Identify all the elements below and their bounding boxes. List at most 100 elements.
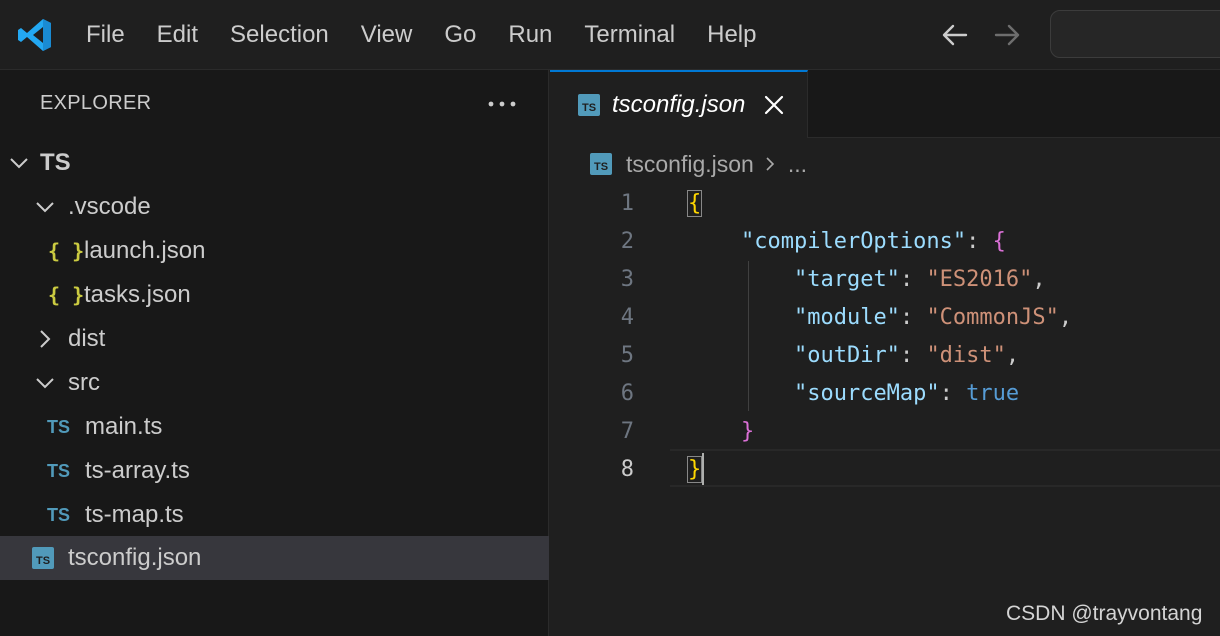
explorer-title: EXPLORER — [40, 92, 152, 114]
menu-help[interactable]: Help — [691, 13, 772, 57]
menu-selection[interactable]: Selection — [214, 13, 345, 57]
json-colon: : — [899, 343, 927, 368]
tab-tsconfig-json[interactable]: TS tsconfig.json — [550, 70, 808, 138]
typescript-file-icon: TS — [47, 460, 71, 481]
code-line: 3 "target": "ES2016", — [550, 261, 1220, 299]
json-string: "ES2016" — [926, 267, 1033, 292]
code-line: 2 "compilerOptions": { — [550, 223, 1220, 261]
code-text: { — [686, 185, 703, 223]
tree-item-label: launch.json — [84, 237, 206, 264]
breadcrumb-file[interactable]: tsconfig.json — [626, 151, 754, 178]
json-key: "sourceMap" — [793, 381, 940, 406]
code-text: "outDir": "dist", — [688, 337, 1019, 375]
tsconfig-file-icon: TS — [578, 94, 600, 116]
line-number: 7 — [620, 419, 634, 444]
tree-item-main-ts[interactable]: TS main.ts — [0, 405, 549, 449]
code-line: 5 "outDir": "dist", — [550, 337, 1220, 375]
menu-file[interactable]: File — [70, 13, 141, 57]
code-editor[interactable]: 1 { 2 "compilerOptions": { 3 "target": "… — [550, 185, 1220, 636]
chevron-down-icon — [36, 202, 54, 213]
json-colon: : — [899, 267, 927, 292]
menu-bar: File Edit Selection View Go Run Terminal… — [70, 0, 772, 70]
json-key: "module" — [793, 305, 900, 330]
tree-item-tsconfig-json[interactable]: TS tsconfig.json — [0, 536, 549, 580]
tree-item-ts-map[interactable]: TS ts-map.ts — [0, 493, 549, 537]
tree-item-label: .vscode — [68, 193, 151, 220]
json-file-icon: { } — [48, 239, 85, 263]
tree-item-vscode-folder[interactable]: .vscode — [0, 185, 549, 229]
json-key: "compilerOptions" — [740, 229, 967, 254]
json-string: "dist" — [926, 343, 1006, 368]
tree-item-label: main.ts — [85, 413, 163, 440]
tsconfig-file-icon: TS — [590, 153, 612, 175]
chevron-down-icon — [10, 158, 28, 169]
explorer-sidebar: EXPLORER TS .vscode { } launch.json { } … — [0, 70, 549, 636]
line-number: 6 — [620, 381, 634, 406]
code-text: } — [688, 413, 754, 451]
code-text: "compilerOptions": { — [688, 223, 1006, 261]
code-line: 1 { — [550, 185, 1220, 223]
menu-terminal[interactable]: Terminal — [568, 13, 691, 57]
tree-item-src-folder[interactable]: src — [0, 361, 549, 405]
json-colon: : — [966, 229, 993, 254]
tree-item-tasks-json[interactable]: { } tasks.json — [0, 273, 549, 317]
json-comma: , — [1005, 343, 1020, 368]
code-line: 4 "module": "CommonJS", — [550, 299, 1220, 337]
vscode-logo-icon[interactable] — [16, 16, 54, 54]
code-text: "target": "ES2016", — [688, 261, 1046, 299]
arrow-left-icon[interactable] — [940, 20, 970, 50]
tree-item-dist-folder[interactable]: dist — [0, 317, 549, 361]
tree-root-label: TS — [40, 149, 71, 176]
tree-root-ts[interactable]: TS — [0, 141, 549, 185]
brace-close: } — [740, 419, 755, 444]
menu-go[interactable]: Go — [428, 13, 492, 57]
line-number: 4 — [620, 305, 634, 330]
json-key: "outDir" — [793, 343, 900, 368]
tree-item-label: ts-map.ts — [85, 501, 184, 528]
line-number: 2 — [620, 229, 634, 254]
json-boolean: true — [966, 381, 1020, 406]
json-comma: , — [1032, 267, 1046, 292]
arrow-right-icon[interactable] — [992, 20, 1022, 50]
watermark: CSDN @trayvontang — [1006, 602, 1203, 625]
tree-item-label: src — [68, 369, 100, 396]
chevron-down-icon — [36, 378, 54, 389]
json-file-icon: { } — [48, 283, 85, 307]
line-number: 1 — [620, 191, 634, 216]
breadcrumb-more[interactable]: ... — [788, 151, 807, 178]
json-comma: , — [1058, 305, 1073, 330]
typescript-file-icon: TS — [47, 504, 71, 525]
brace-open: { — [992, 229, 1006, 254]
tree-item-label: dist — [68, 325, 106, 352]
json-colon: : — [899, 305, 927, 330]
close-icon[interactable] — [763, 94, 785, 116]
tsconfig-file-icon: TS — [32, 547, 54, 569]
code-line: 7 } — [550, 413, 1220, 451]
tree-item-launch-json[interactable]: { } launch.json — [0, 229, 549, 273]
menu-view[interactable]: View — [345, 13, 429, 57]
brace-close: } — [686, 456, 703, 483]
code-text: "module": "CommonJS", — [688, 299, 1072, 337]
code-text: "sourceMap": true — [688, 375, 1019, 413]
editor-tab-bar: TS tsconfig.json — [550, 70, 1220, 138]
code-line: 6 "sourceMap": true — [550, 375, 1220, 413]
menu-edit[interactable]: Edit — [141, 13, 214, 57]
line-number: 5 — [620, 343, 634, 368]
json-string: "CommonJS" — [926, 305, 1059, 330]
tree-item-label: ts-array.ts — [85, 457, 190, 484]
brace-open: { — [686, 190, 703, 217]
title-bar: File Edit Selection View Go Run Terminal… — [0, 0, 1220, 70]
json-colon: : — [939, 381, 967, 406]
tree-item-label: tsconfig.json — [68, 544, 202, 571]
json-key: "target" — [793, 267, 900, 292]
ellipsis-icon[interactable] — [486, 90, 518, 118]
command-center-search[interactable] — [1050, 10, 1220, 58]
code-line: 8 } — [550, 451, 1220, 489]
tree-item-ts-array[interactable]: TS ts-array.ts — [0, 449, 549, 493]
breadcrumb: TS tsconfig.json ... — [590, 148, 807, 180]
text-cursor — [702, 453, 704, 485]
line-number: 3 — [620, 267, 634, 292]
menu-run[interactable]: Run — [492, 13, 568, 57]
chevron-right-icon — [40, 330, 51, 348]
tree-item-label: tasks.json — [84, 281, 191, 308]
